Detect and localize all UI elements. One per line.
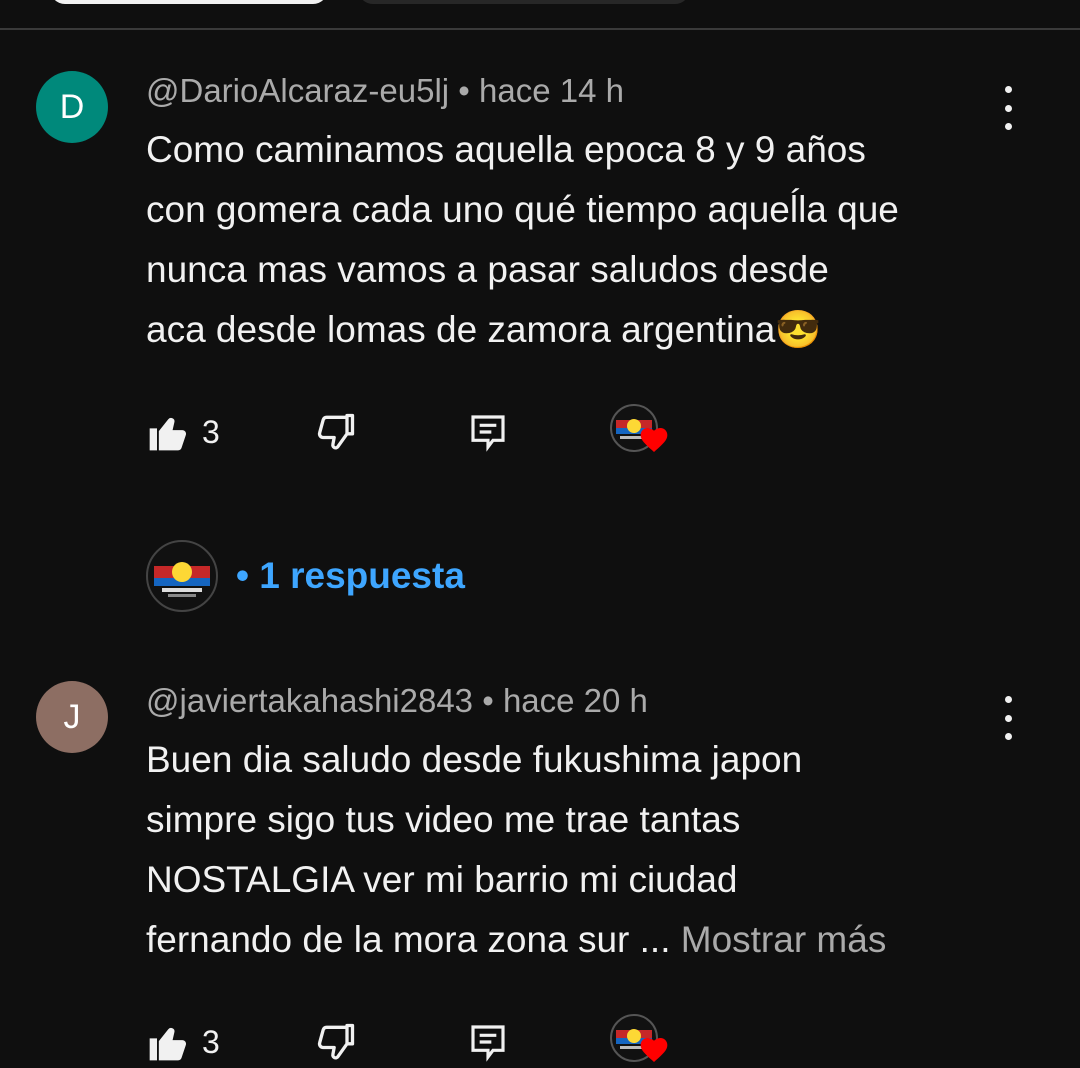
like-count: 3 [202, 413, 220, 450]
heart-icon [640, 1038, 668, 1062]
show-more-link[interactable]: Mostrar más [681, 919, 887, 960]
avatar[interactable]: J [36, 681, 108, 753]
comment-meta: @DarioAlcaraz-eu5lj • hace 14 h [146, 72, 624, 110]
reply-button[interactable] [468, 1018, 508, 1066]
comment-meta: @javiertakahashi2843 • hace 20 h [146, 682, 648, 720]
meta-separator: • [482, 682, 494, 719]
comment-line: aca desde lomas de zamora argentina😎 [146, 309, 822, 350]
author-name[interactable]: @DarioAlcaraz-eu5lj [146, 72, 449, 109]
comment-line: simpre sigo tus video me trae tantas [146, 799, 741, 840]
thumb-up-icon [149, 1027, 187, 1061]
comment-line: Buen dia saludo desde fukushima japon [146, 739, 803, 780]
comment-text: Como caminamos aquella epoca 8 y 9 años … [146, 120, 1026, 360]
comment-line: con gomera cada uno qué tiempo aqueĺla q… [146, 189, 899, 230]
comment-line: nunca mas vamos a pasar saludos desde [146, 249, 829, 290]
comment-line: Como caminamos aquella epoca 8 y 9 años [146, 129, 866, 170]
thumb-up-icon [149, 417, 187, 451]
comment-icon [471, 415, 505, 452]
reply-button[interactable] [468, 408, 508, 456]
meta-separator: • [458, 72, 470, 109]
thumb-down-icon [317, 1023, 355, 1060]
comment-line: NOSTALGIA ver mi barrio mi ciudad [146, 859, 738, 900]
creator-heart [610, 404, 670, 458]
dislike-button[interactable] [314, 1018, 358, 1066]
author-name[interactable]: @javiertakahashi2843 [146, 682, 473, 719]
avatar[interactable]: D [36, 71, 108, 143]
thumb-down-icon [317, 413, 355, 450]
comment-line: fernando de la mora zona sur ... Mostrar… [146, 919, 887, 960]
comment-text: Buen dia saludo desde fukushima japon si… [146, 730, 1026, 970]
divider [0, 28, 1080, 30]
comment-icon [471, 1025, 505, 1062]
like-button[interactable]: 3 [146, 408, 220, 456]
comment-actions: 3 [146, 404, 746, 456]
view-replies-button[interactable]: • 1 respuesta [146, 540, 465, 612]
dislike-button[interactable] [314, 408, 358, 456]
sunglasses-emoji: 😎 [775, 309, 822, 350]
top-chip-active[interactable] [50, 0, 328, 4]
top-chip[interactable] [358, 0, 690, 4]
reply-avatar [146, 540, 218, 612]
comment-time: hace 14 h [479, 72, 624, 109]
heart-icon [640, 428, 668, 452]
creator-heart [610, 1014, 670, 1068]
like-count: 3 [202, 1023, 220, 1060]
like-button[interactable]: 3 [146, 1018, 220, 1066]
comment-time: hace 20 h [502, 682, 648, 719]
replies-count[interactable]: • 1 respuesta [236, 555, 465, 597]
comment-actions: 3 [146, 1014, 746, 1066]
